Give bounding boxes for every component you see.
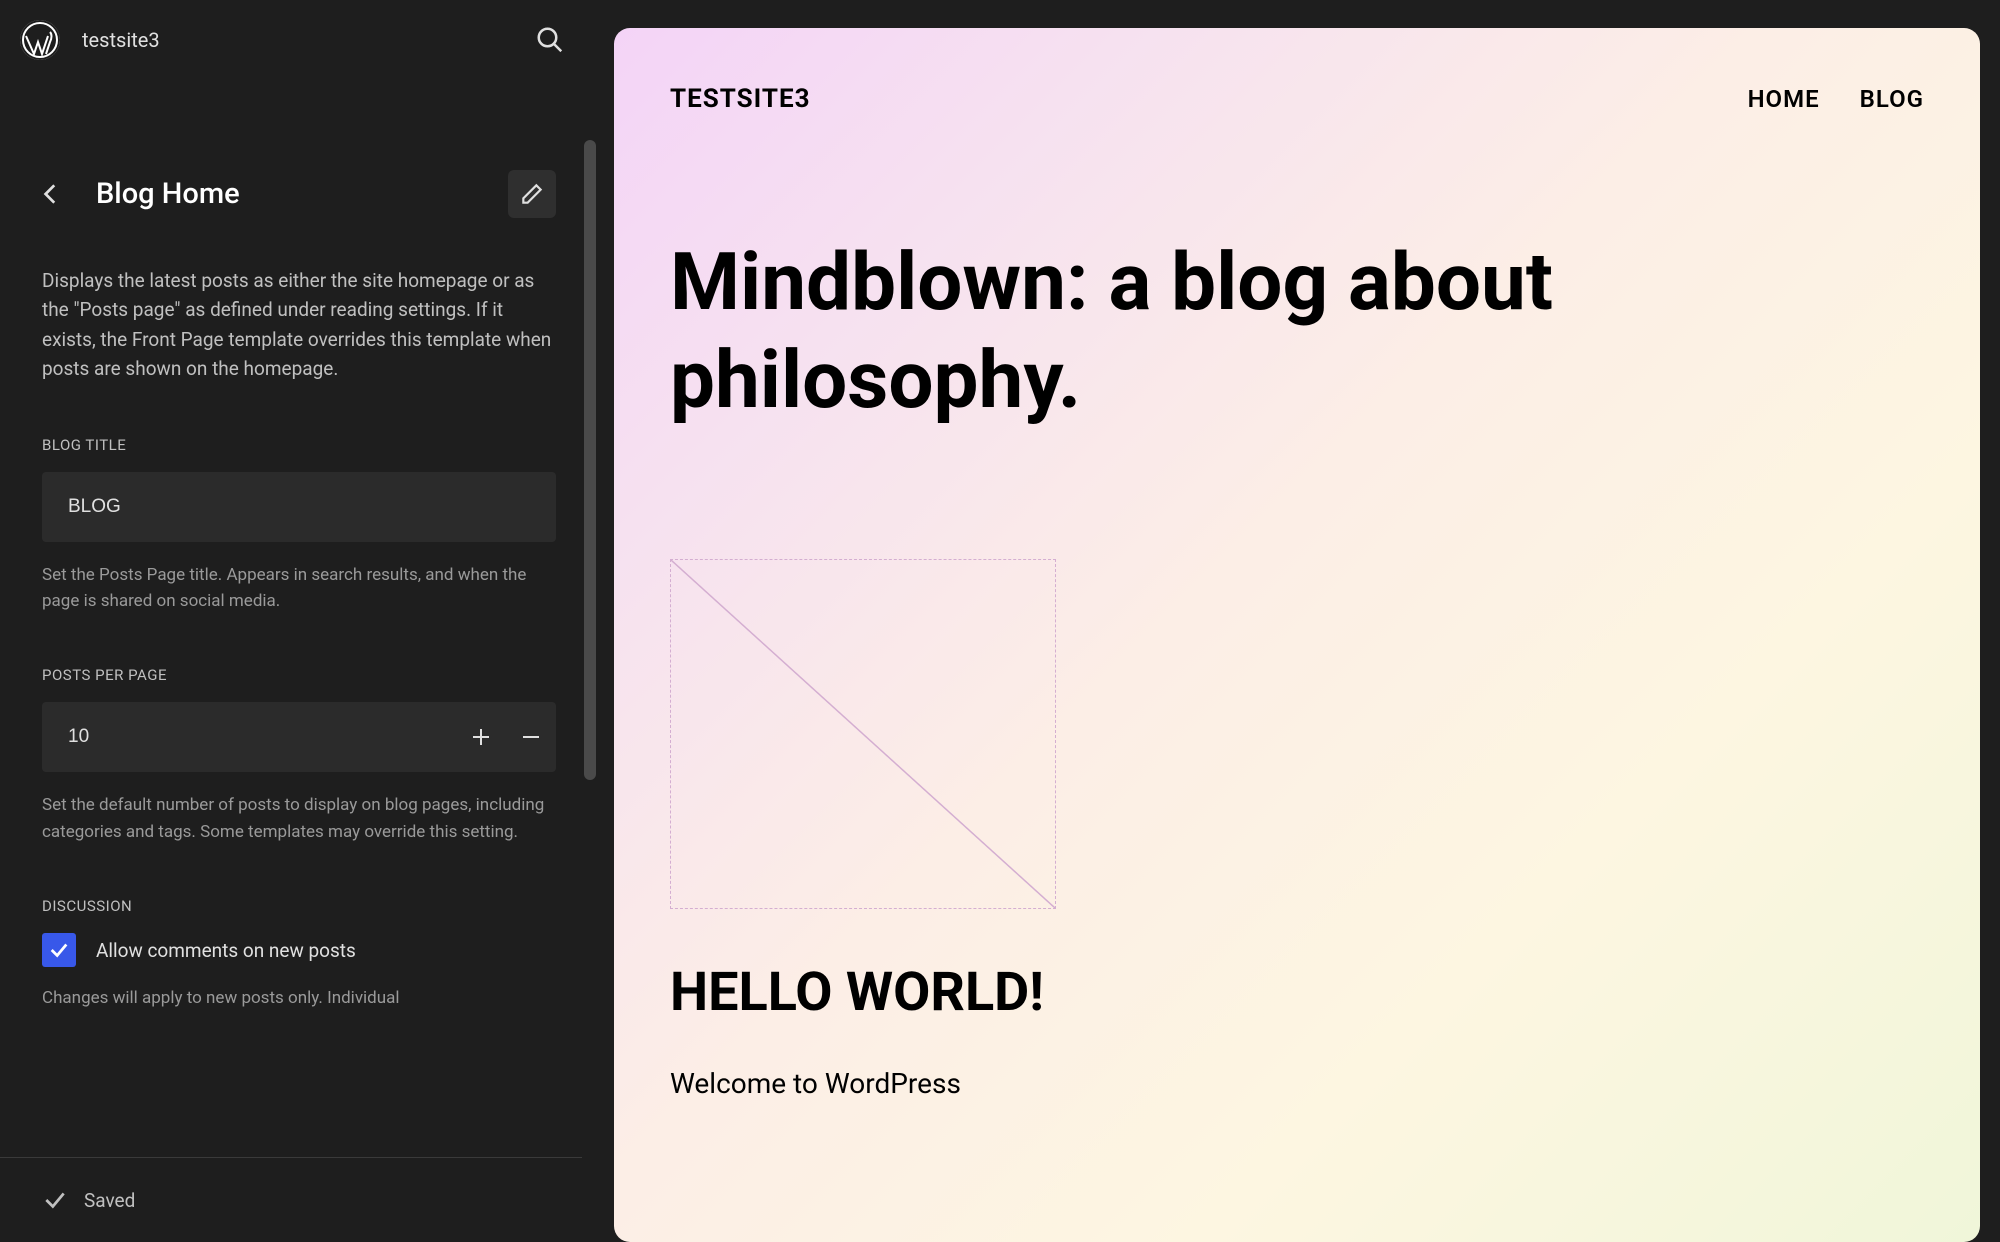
preview-post-body: Welcome to WordPress bbox=[670, 1067, 1924, 1100]
panel-header: Blog Home bbox=[42, 170, 556, 218]
chevron-left-icon bbox=[38, 181, 64, 207]
wordpress-logo-icon[interactable] bbox=[20, 20, 60, 60]
preview-nav-home[interactable]: HOME bbox=[1748, 85, 1820, 113]
sidebar-topbar: testsite3 bbox=[0, 0, 598, 80]
check-icon bbox=[42, 1187, 68, 1213]
check-icon bbox=[48, 939, 70, 961]
posts-per-page-label: POSTS PER PAGE bbox=[42, 666, 556, 684]
panel-title: Blog Home bbox=[96, 177, 240, 211]
blog-title-help: Set the Posts Page title. Appears in sea… bbox=[42, 562, 556, 615]
posts-per-page-input[interactable] bbox=[42, 702, 456, 772]
site-name: testsite3 bbox=[82, 28, 160, 52]
preview-pane: TESTSITE3 HOME BLOG Mindblown: a blog ab… bbox=[610, 0, 2000, 1242]
editor-sidebar: testsite3 Blog Home Displays the latest … bbox=[0, 0, 610, 1242]
preview-image-placeholder[interactable] bbox=[670, 559, 1056, 909]
preview-post-title[interactable]: HELLO WORLD! bbox=[670, 959, 1924, 1027]
discussion-help: Changes will apply to new posts only. In… bbox=[42, 985, 556, 1011]
blog-title-input[interactable] bbox=[42, 472, 556, 542]
back-button[interactable] bbox=[36, 179, 66, 209]
posts-per-page-help: Set the default number of posts to displ… bbox=[42, 792, 556, 845]
saved-label: Saved bbox=[84, 1189, 135, 1212]
blog-title-label: BLOG TITLE bbox=[42, 436, 556, 454]
sidebar-scrollbar[interactable] bbox=[582, 0, 598, 1242]
preview-header: TESTSITE3 HOME BLOG bbox=[670, 84, 1924, 114]
preview-nav: HOME BLOG bbox=[1748, 85, 1924, 113]
increment-button[interactable] bbox=[456, 702, 506, 772]
panel-description: Displays the latest posts as either the … bbox=[42, 266, 556, 384]
sidebar-scrollbar-thumb[interactable] bbox=[584, 140, 596, 780]
panel-header-left: Blog Home bbox=[42, 177, 240, 211]
decrement-button[interactable] bbox=[506, 702, 556, 772]
allow-comments-label: Allow comments on new posts bbox=[96, 939, 356, 962]
allow-comments-checkbox[interactable] bbox=[42, 933, 76, 967]
search-icon bbox=[535, 25, 565, 55]
site-brand: testsite3 bbox=[20, 20, 160, 60]
discussion-label: DISCUSSION bbox=[42, 897, 556, 915]
search-button[interactable] bbox=[530, 20, 570, 60]
preview-canvas[interactable]: TESTSITE3 HOME BLOG Mindblown: a blog ab… bbox=[614, 28, 1980, 1242]
plus-icon bbox=[469, 725, 493, 749]
saved-bar: Saved bbox=[0, 1157, 598, 1242]
sidebar-body: Blog Home Displays the latest posts as e… bbox=[0, 80, 598, 1157]
minus-icon bbox=[519, 725, 543, 749]
pencil-icon bbox=[519, 181, 545, 207]
posts-per-page-control bbox=[42, 702, 556, 772]
allow-comments-row: Allow comments on new posts bbox=[42, 933, 556, 967]
preview-nav-blog[interactable]: BLOG bbox=[1860, 85, 1924, 113]
preview-hero-heading: Mindblown: a blog about philosophy. bbox=[670, 234, 1670, 429]
preview-site-title[interactable]: TESTSITE3 bbox=[670, 84, 811, 114]
edit-button[interactable] bbox=[508, 170, 556, 218]
